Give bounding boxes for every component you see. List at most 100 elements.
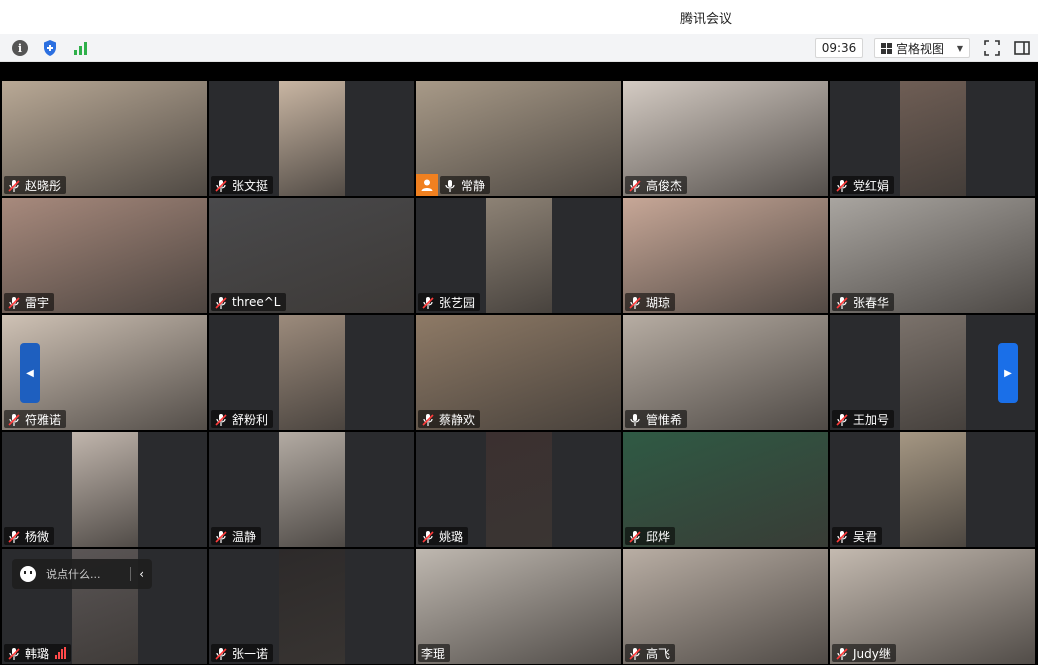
participant-video [486,432,552,547]
info-icon[interactable]: i [11,39,29,57]
microphone-muted-icon [835,295,849,309]
chat-input[interactable]: 说点什么... [46,566,122,582]
microphone-muted-icon [214,412,228,426]
participant-nameplate: 张一诺 [211,644,274,662]
signal-icon[interactable] [72,39,90,57]
participant-nameplate: 张艺园 [418,293,481,311]
participant-name: 雷宇 [25,295,50,310]
microphone-muted-icon [214,178,228,192]
microphone-muted-icon [628,529,642,543]
participant-name: 张文挺 [232,178,269,193]
participant-nameplate: 张文挺 [211,176,274,194]
meeting-clock: 09:36 [815,38,863,58]
participant-video [72,432,138,547]
participant-tile[interactable]: 舒粉利 [209,315,414,430]
sidebar-icon[interactable] [1013,39,1031,57]
participant-tile[interactable]: 李琨 [416,549,621,664]
participant-video [900,432,966,547]
participant-name: 瑚琼 [646,295,671,310]
chevron-left-icon[interactable]: ‹ [139,567,144,581]
participant-tile[interactable]: 常静 [416,81,621,196]
microphone-muted-icon [7,295,21,309]
view-mode-dropdown[interactable]: 宫格视图 ▼ [874,38,970,58]
shield-icon[interactable] [41,39,59,57]
participant-nameplate: 雷宇 [4,293,55,311]
microphone-muted-icon [835,412,849,426]
participant-name: 管惟希 [646,412,683,427]
participant-name: 张一诺 [232,646,269,661]
participant-tile[interactable]: 高俊杰 [623,81,828,196]
participant-video [900,315,966,430]
participant-name: 符雅诺 [25,412,62,427]
chevron-right-icon: ▶ [1004,367,1012,379]
host-icon [416,174,438,196]
microphone-muted-icon [7,412,21,426]
participant-nameplate: 邱烨 [625,527,676,545]
participant-name: three^L [232,295,281,309]
participant-nameplate: Judy继 [832,644,896,662]
participant-nameplate: 高俊杰 [625,176,688,194]
chevron-left-icon: ◀ [26,367,34,379]
participant-tile[interactable]: 高飞 [623,549,828,664]
participant-name: Judy继 [853,646,891,661]
participant-video [486,198,552,313]
participant-name: 邱烨 [646,529,671,544]
participant-tile[interactable]: three^L [209,198,414,313]
microphone-muted-icon [835,529,849,543]
chat-bar[interactable]: 说点什么... ‹ [12,559,152,589]
weak-signal-icon [55,647,67,659]
participant-tile[interactable]: 张春华 [830,198,1035,313]
fullscreen-icon[interactable] [983,39,1001,57]
grid-icon [881,42,892,54]
microphone-muted-icon [835,178,849,192]
next-page-button[interactable]: ▶ [998,343,1018,403]
caret-down-icon: ▼ [956,43,963,53]
participant-name: 李琨 [421,646,446,661]
participant-nameplate: 蔡静欢 [418,410,481,428]
participant-tile[interactable]: Judy继 [830,549,1035,664]
microphone-muted-icon [628,295,642,309]
participant-tile[interactable]: 张文挺 [209,81,414,196]
participant-name: 姚璐 [439,529,464,544]
microphone-muted-icon [214,646,228,660]
participant-nameplate: 瑚琼 [625,293,676,311]
participant-tile[interactable]: 张一诺 [209,549,414,664]
participant-tile[interactable]: 姚璐 [416,432,621,547]
participant-nameplate: 张春华 [832,293,895,311]
participant-nameplate: 舒粉利 [211,410,274,428]
participant-tile[interactable]: 邱烨 [623,432,828,547]
microphone-muted-icon [628,646,642,660]
participant-nameplate: 符雅诺 [4,410,67,428]
participant-nameplate: three^L [211,293,286,311]
participant-tile[interactable]: 蔡静欢 [416,315,621,430]
participant-tile[interactable]: 温静 [209,432,414,547]
participant-nameplate: 杨微 [4,527,55,545]
participant-tile[interactable]: 管惟希 [623,315,828,430]
view-mode-label: 宫格视图 [896,41,945,56]
participant-nameplate: 韩璐 [4,644,72,662]
participant-tile[interactable]: 赵晓彤 [2,81,207,196]
participant-tile[interactable]: 瑚琼 [623,198,828,313]
participant-name: 赵晓彤 [25,178,62,193]
participant-video [279,81,345,196]
participant-name: 高飞 [646,646,671,661]
participant-tile[interactable]: 雷宇 [2,198,207,313]
microphone-icon [443,178,457,192]
participant-name: 韩璐 [25,646,50,661]
participant-name: 高俊杰 [646,178,683,193]
participant-nameplate: 王加号 [832,410,895,428]
participant-name: 常静 [461,178,486,193]
window-title: 腾讯会议 [679,11,732,27]
participant-tile[interactable]: 张艺园 [416,198,621,313]
participant-nameplate: 赵晓彤 [4,176,67,194]
participant-name: 吴君 [853,529,878,544]
emoji-icon[interactable] [20,566,36,582]
participant-tile[interactable]: 党红娟 [830,81,1035,196]
participant-name: 杨微 [25,529,50,544]
participant-tile[interactable]: 杨微 [2,432,207,547]
title-bar: 腾讯会议 [0,0,1038,34]
participant-tile[interactable]: 吴君 [830,432,1035,547]
participant-nameplate: 管惟希 [625,410,688,428]
participant-name: 党红娟 [853,178,890,193]
prev-page-button[interactable]: ◀ [20,343,40,403]
